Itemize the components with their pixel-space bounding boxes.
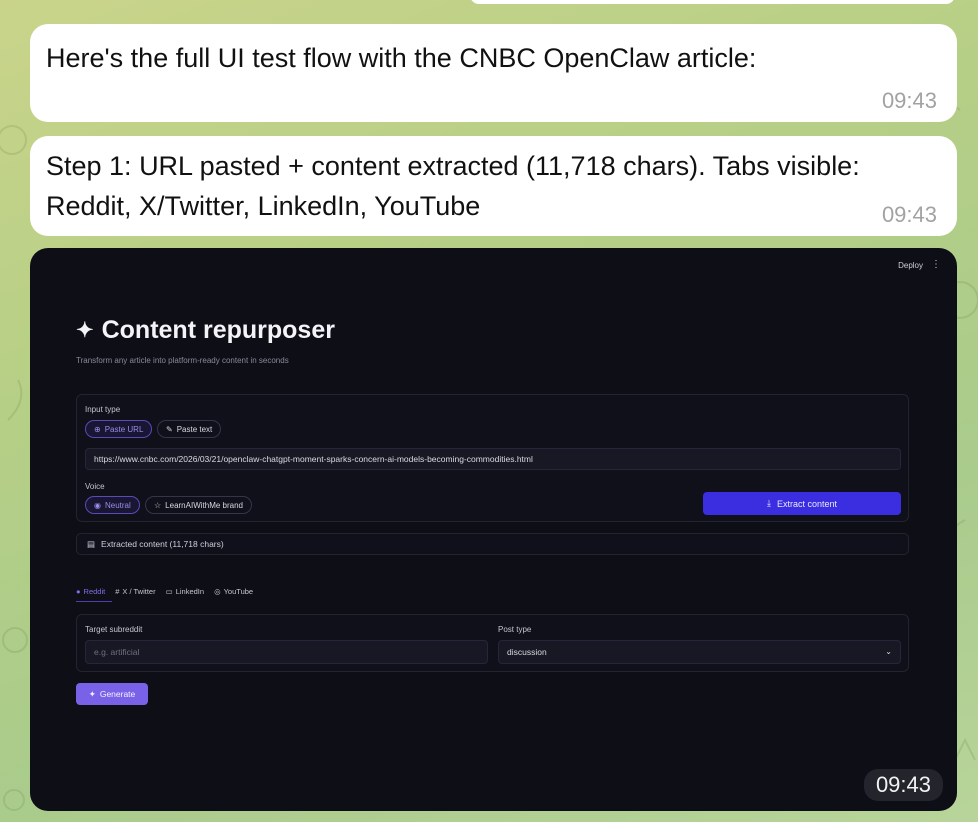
brand-label: LearnAIWithMe brand (165, 500, 243, 510)
briefcase-icon: ▭ (165, 587, 173, 596)
message-text: Step 1: URL pasted + content extracted (… (46, 151, 860, 221)
sparkles-icon: ✦ (88, 688, 96, 699)
link-icon: ⊕ (94, 424, 101, 434)
chevron-down-icon: ⌄ (885, 647, 892, 656)
sparkles-icon: ✦ (76, 319, 94, 342)
paste-url-pill[interactable]: ⊕ Paste URL (85, 420, 153, 438)
chat-message: Step 1: URL pasted + content extracted (… (30, 136, 957, 236)
extracted-label: Extracted content (11,718 chars) (101, 539, 224, 549)
document-icon: ▤ (87, 538, 96, 549)
input-card: Input type ⊕ Paste URL ✎ Paste text http… (76, 394, 909, 522)
voice-brand-pill[interactable]: ☆ LearnAIWithMe brand (145, 496, 252, 514)
screenshot-image[interactable]: Deploy ⋮ ✦ Content repurposer Transform … (30, 248, 957, 811)
target-subreddit-label: Target subreddit (85, 625, 143, 634)
extract-content-button[interactable]: ⤓ Extract content (703, 492, 901, 515)
reddit-options-card: Target subreddit e.g. artificial Post ty… (76, 614, 909, 672)
hash-icon: # (115, 587, 120, 596)
generate-label: Generate (99, 689, 136, 699)
tab-linkedin[interactable]: ▭ LinkedIn (166, 587, 204, 596)
active-tab-indicator (76, 601, 112, 602)
post-type-value: discussion (507, 647, 547, 657)
previous-message-edge (470, 0, 955, 4)
download-icon: ⤓ (766, 498, 771, 508)
tab-x-twitter[interactable]: # X / Twitter (115, 587, 155, 596)
paste-text-pill[interactable]: ✎ Paste text (157, 420, 222, 438)
paste-text-label: Paste text (176, 424, 213, 434)
url-input[interactable]: https://www.cnbc.com/2026/03/21/openclaw… (85, 448, 901, 470)
message-time: 09:43 (881, 202, 937, 227)
mic-icon: ◉ (94, 500, 101, 510)
message-text: Here's the full UI test flow with the CN… (46, 43, 757, 73)
platform-tabs: ● Reddit # X / Twitter ▭ LinkedIn ◎ YouT… (76, 587, 253, 596)
tab-reddit[interactable]: ● Reddit (76, 587, 105, 596)
deploy-button[interactable]: Deploy (898, 261, 923, 270)
generate-button[interactable]: ✦ Generate (76, 683, 148, 705)
tab-reddit-label: Reddit (83, 587, 106, 596)
more-menu-icon[interactable]: ⋮ (931, 259, 941, 270)
tab-youtube-label: YouTube (223, 587, 254, 596)
post-type-label: Post type (498, 625, 532, 634)
chat-message: Here's the full UI test flow with the CN… (30, 24, 957, 122)
voice-label: Voice (85, 482, 105, 491)
tab-linkedin-label: LinkedIn (175, 587, 205, 596)
extract-label: Extract content (776, 498, 837, 509)
star-icon: ☆ (154, 500, 162, 510)
extracted-content-expander[interactable]: ▤ Extracted content (11,718 chars) (76, 533, 909, 555)
neutral-label: Neutral (104, 500, 131, 510)
message-time: 09:43 (881, 88, 937, 113)
page-subtitle: Transform any article into platform-read… (76, 356, 289, 365)
post-type-select[interactable]: discussion ⌄ (498, 640, 901, 664)
paste-url-label: Paste URL (104, 424, 144, 434)
page-title: ✦ Content repurposer (76, 316, 335, 345)
tab-x-label: X / Twitter (122, 587, 156, 596)
page-title-text: Content repurposer (101, 316, 335, 344)
reddit-icon: ● (76, 587, 81, 596)
target-subreddit-input[interactable]: e.g. artificial (85, 640, 488, 664)
image-timestamp: 09:43 (863, 769, 943, 801)
voice-neutral-pill[interactable]: ◉ Neutral (85, 496, 140, 514)
tab-youtube[interactable]: ◎ YouTube (214, 587, 253, 596)
input-type-label: Input type (85, 405, 121, 414)
play-icon: ◎ (214, 587, 221, 596)
text-icon: ✎ (166, 424, 173, 434)
